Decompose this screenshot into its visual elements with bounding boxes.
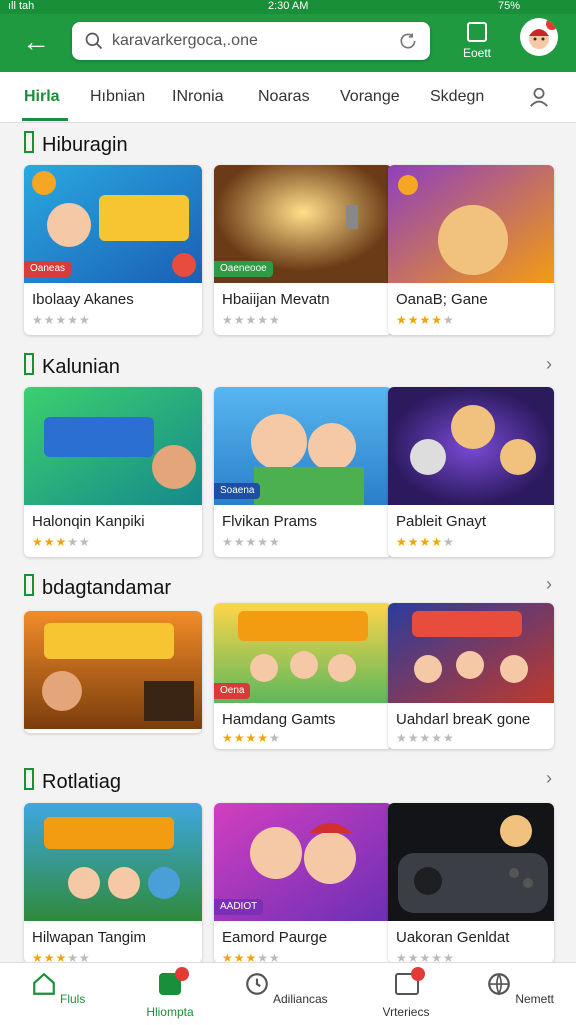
nav-label: Nemett [515, 992, 555, 1006]
rating-stars: ★★★★★ [396, 313, 455, 327]
game-thumbnail [388, 165, 554, 283]
notification-dot [175, 967, 189, 981]
chevron-right-icon[interactable]: › [546, 768, 552, 789]
nav-item-activity[interactable]: Adiliancas [236, 971, 336, 1006]
game-thumbnail [24, 803, 202, 921]
apps-icon [157, 967, 189, 999]
rating-stars: ★★★★★ [32, 535, 91, 549]
notification-dot [411, 967, 425, 981]
carrier: ıll tah [8, 0, 35, 12]
tab-hibnian[interactable]: Hıbnian [90, 88, 145, 106]
store-button[interactable]: Eoett [452, 20, 502, 64]
tab-skdegn[interactable]: Skdegn [430, 88, 484, 106]
game-title: Flvikan Prams [222, 513, 318, 530]
rating-stars: ★★★★★ [222, 535, 281, 549]
game-title: Uahdarl breaK gone [396, 711, 531, 728]
active-tab-indicator [22, 118, 68, 121]
avatar[interactable] [520, 18, 558, 56]
refresh-icon[interactable] [398, 31, 418, 51]
nav-item-apps[interactable]: Hliompta [120, 967, 220, 1019]
game-title: Ibolaay Akanes [32, 291, 134, 308]
nav-item-home[interactable]: Fluls [8, 971, 108, 1006]
game-title: Pableit Gnayt [396, 513, 487, 530]
search-bar[interactable]: karavarkergoca,.one [72, 22, 430, 60]
nav-item-library[interactable]: Vrteriecs [356, 967, 456, 1019]
game-title: Hamdang Gamts [222, 711, 336, 728]
game-title: Halonqin Kanpiki [32, 513, 145, 530]
game-card[interactable]: Oaeneooe Hbaiijan Mevatn ★★★★★ [214, 165, 392, 335]
tab-vorange[interactable]: Vorange [340, 88, 400, 106]
search-icon [85, 32, 103, 50]
game-title: Uakoran Genldat [396, 929, 510, 946]
game-card[interactable]: AADIOT Eamord Paurge ★★★★★ [214, 803, 392, 963]
game-card[interactable]: Uakoran Genldat ★★★★★ [388, 803, 554, 963]
section-title: Kalunian [24, 353, 120, 379]
status-bar: ıll tah 2:30 AM 75% [0, 0, 576, 14]
game-title: Hbaiijan Mevatn [222, 291, 330, 308]
globe-icon [488, 973, 510, 996]
nav-label: Vrteriecs [382, 1005, 430, 1019]
store-icon [467, 22, 487, 42]
rating-stars: ★★★★★ [32, 313, 91, 327]
rating-stars: ★★★★★ [222, 313, 281, 327]
game-card[interactable]: Soaena Flvikan Prams ★★★★★ [214, 387, 392, 557]
game-card[interactable]: Hilwapan Tangim ★★★★★ [24, 803, 202, 963]
tab-noaras[interactable]: Noaras [258, 88, 310, 106]
search-input-text[interactable]: karavarkergoca,.one [112, 32, 258, 50]
store-label: Eoett [462, 46, 492, 60]
game-card[interactable]: Uahdarl breaK gone ★★★★★ [388, 603, 554, 749]
promo-badge: AADIOT [214, 899, 264, 915]
notification-dot [546, 18, 558, 30]
search-history-icon [246, 973, 269, 995]
tab-inronia[interactable]: INronia [172, 88, 224, 106]
game-card[interactable]: Oaneas Ibolaay Akanes ★★★★★ [24, 165, 202, 335]
game-thumbnail [388, 803, 554, 921]
clock: 2:30 AM [268, 0, 309, 12]
game-card[interactable]: Oena Hamdang Gamts ★★★★★ [214, 603, 392, 749]
chevron-right-icon[interactable]: › [546, 574, 552, 595]
top-app-bar: ← karavarkergoca,.one Eoett [0, 14, 576, 72]
promo-badge: Soaena [214, 483, 261, 499]
tab-hirla[interactable]: Hirla [24, 88, 60, 106]
game-card[interactable]: Halonqin Kanpiki ★★★★★ [24, 387, 202, 557]
game-card[interactable] [24, 611, 202, 733]
promo-badge: Oena [214, 683, 251, 699]
game-title: OanaB; Gane [396, 291, 488, 308]
back-arrow-icon[interactable]: ← [22, 28, 52, 58]
game-card[interactable]: OanaB; Gane ★★★★★ [388, 165, 554, 335]
nav-item-globe[interactable]: Nemett [470, 971, 570, 1006]
nav-label: Adiliancas [272, 992, 328, 1006]
promo-badge: Oaeneooe [214, 261, 273, 277]
game-title: Eamord Paurge [222, 929, 328, 946]
user-icon[interactable] [528, 86, 550, 108]
category-tabs: Hirla Hıbnian INronia Noaras Vorange Skd… [0, 72, 576, 123]
section-title: Rotlatiag [24, 768, 121, 794]
game-thumbnail [24, 387, 202, 505]
bottom-navigation: Fluls Hliompta Adiliancas Vrteriecs Neme… [0, 962, 576, 1025]
game-thumbnail [388, 387, 554, 505]
chevron-right-icon[interactable]: › [546, 354, 552, 375]
game-card[interactable]: Pableit Gnayt ★★★★★ [388, 387, 554, 557]
promo-badge: Oaneas [24, 261, 72, 277]
home-icon [32, 972, 55, 995]
game-thumbnail [24, 611, 202, 729]
nav-label: Fluls [60, 992, 86, 1006]
rating-stars: ★★★★★ [396, 535, 455, 549]
game-thumbnail [388, 603, 554, 703]
game-title: Hilwapan Tangim [32, 929, 146, 946]
battery-level: 75% [498, 0, 521, 12]
rating-stars: ★★★★★ [396, 731, 455, 745]
nav-label: Hliompta [146, 1005, 194, 1019]
section-title: Hiburagin [24, 131, 128, 157]
library-icon [393, 967, 425, 999]
rating-stars: ★★★★★ [222, 731, 281, 745]
section-title: bdagtandamar [24, 574, 171, 600]
